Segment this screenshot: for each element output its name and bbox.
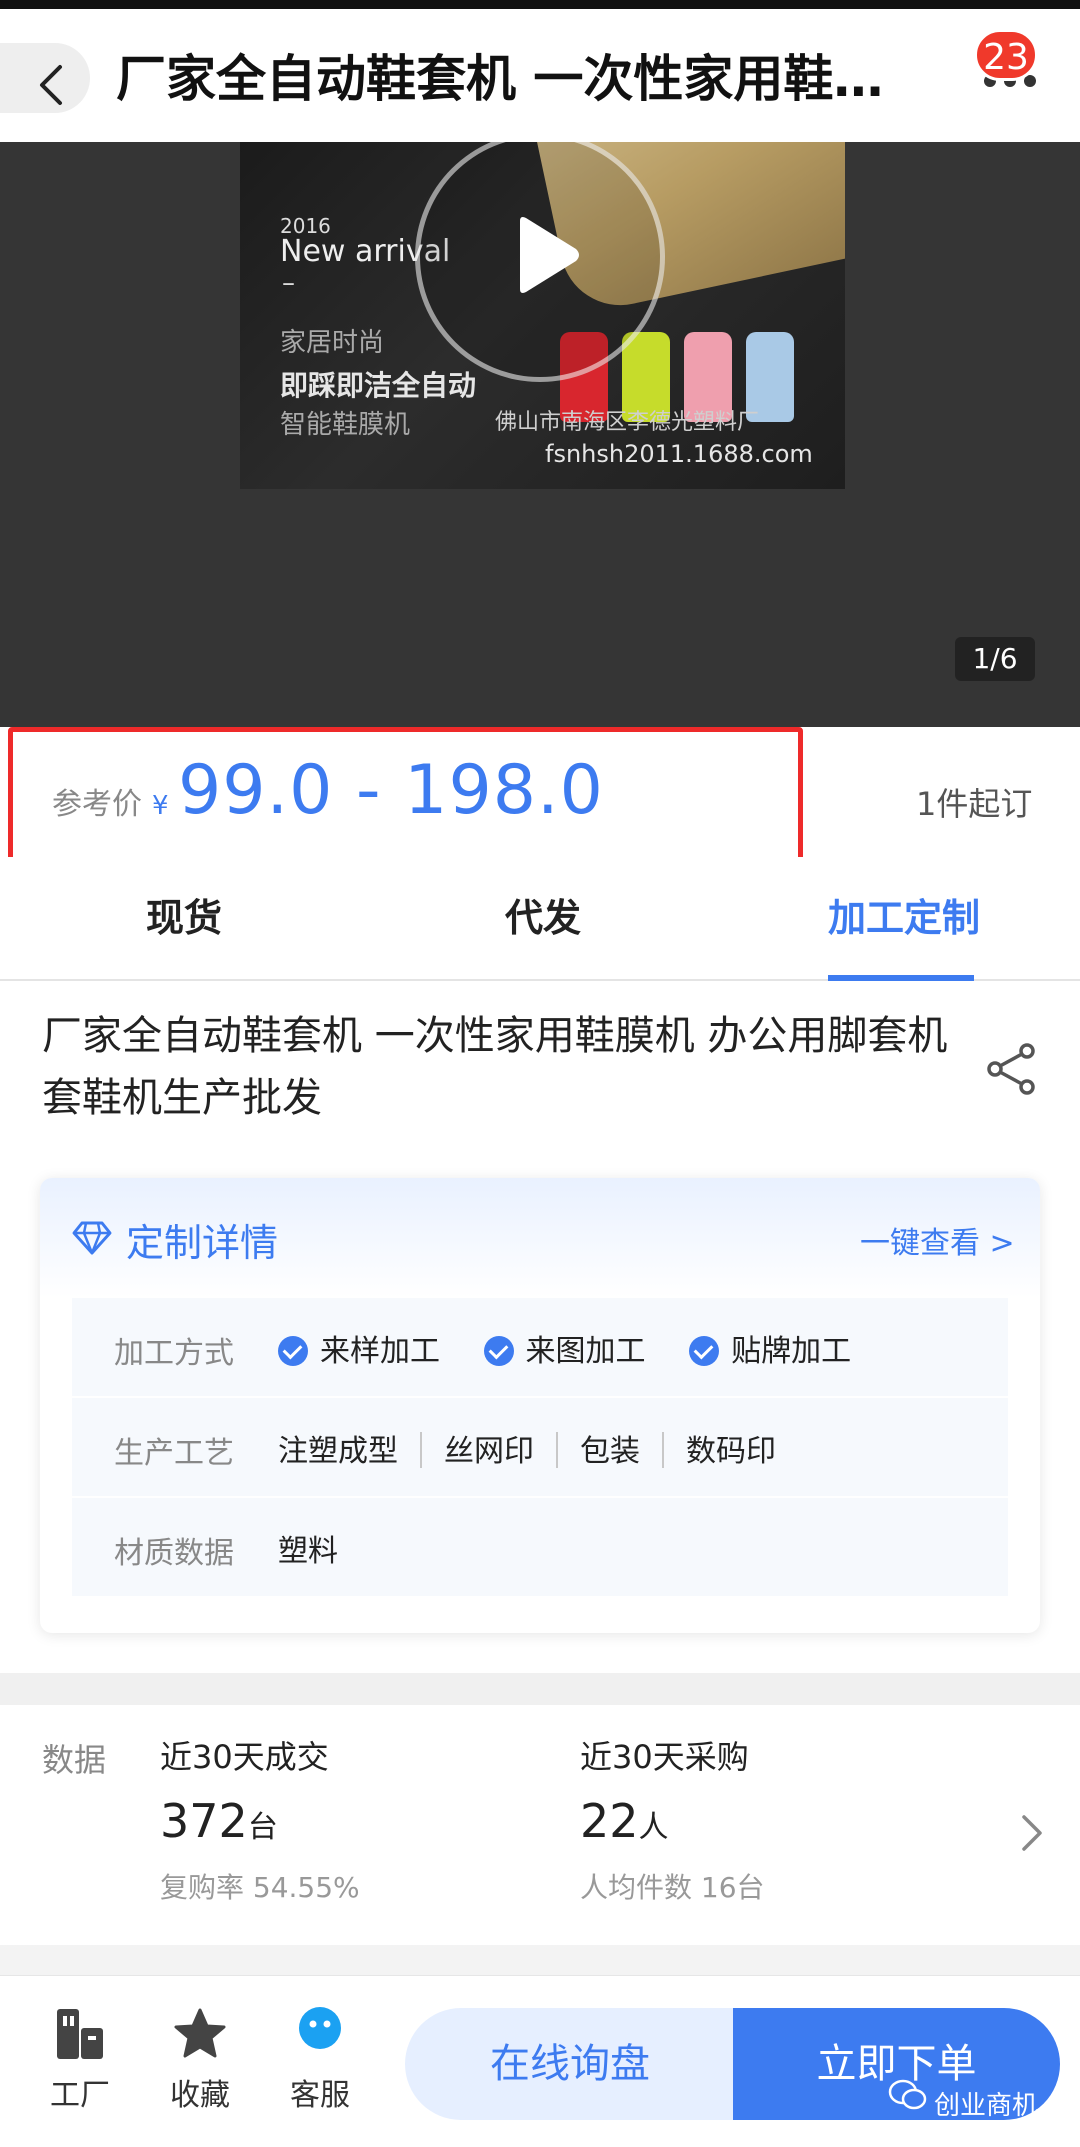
process-option: 数码印	[686, 1434, 776, 1469]
stat-title: 近30天成交	[160, 1738, 329, 1776]
spec-row-processing-method: 加工方式 来样加工 来图加工 贴牌加工	[72, 1296, 1008, 1396]
star-icon	[174, 2008, 226, 2058]
chevron-left-icon	[40, 65, 62, 105]
chevron-right-icon[interactable]	[1020, 1813, 1044, 1853]
stat-subtext: 复购率 54.55%	[160, 1871, 360, 1904]
nav-customer-service[interactable]: 客服	[270, 2006, 370, 2114]
tab-in-stock[interactable]: 现货	[146, 887, 222, 942]
data-label: 数据	[42, 1741, 107, 1779]
top-header: 厂家全自动鞋套机 一次性家用鞋膜... 23	[0, 9, 1080, 142]
share-icon[interactable]	[985, 1042, 1039, 1096]
processing-option: 来图加工	[483, 1326, 646, 1370]
carousel-page-indicator: 1/6	[955, 637, 1035, 681]
stat-subtext: 人均件数 16台	[580, 1871, 765, 1904]
spec-row-process: 生产工艺 注塑成型 丝网印 包装 数码印	[72, 1396, 1008, 1496]
promo-line: 即踩即洁全自动	[280, 369, 477, 402]
back-button[interactable]	[0, 43, 90, 113]
play-icon	[520, 217, 579, 293]
card-header: 定制详情 一键查看 >	[40, 1178, 1040, 1298]
notification-badge: 23	[974, 29, 1038, 81]
processing-option: 贴牌加工	[689, 1326, 851, 1370]
divider	[420, 1432, 422, 1468]
section-divider	[0, 1945, 1080, 1975]
diamond-icon	[72, 1221, 112, 1255]
check-circle-icon	[483, 1336, 514, 1366]
stat-unit: 人	[638, 1810, 669, 1845]
stat-buyers: 近30天采购 22人 人均件数 16台	[580, 1735, 960, 1908]
spec-label: 材质数据	[114, 1536, 234, 1571]
process-option: 丝网印	[444, 1434, 534, 1469]
spec-row-material: 材质数据 塑料	[72, 1496, 1008, 1596]
purchase-mode-tabs: 现货 代发 加工定制	[0, 857, 1080, 981]
promo-dash: –	[282, 268, 295, 298]
tab-dropship[interactable]: 代发	[505, 887, 581, 942]
spec-values: 注塑成型 丝网印 包装 数码印	[278, 1426, 776, 1470]
page-title: 厂家全自动鞋套机 一次性家用鞋膜...	[116, 50, 926, 108]
bottom-action-bar: 工厂 收藏 客服 在线询盘 立即下单	[0, 1975, 1080, 2147]
nav-label: 客服	[290, 2078, 350, 2113]
stat-title: 近30天采购	[580, 1738, 749, 1776]
wechat-icon	[888, 2079, 927, 2110]
stat-transactions: 近30天成交 372台 复购率 54.55%	[160, 1735, 540, 1908]
min-order-text: 1件起订	[916, 785, 1033, 823]
product-title: 厂家全自动鞋套机 一次性家用鞋膜机 办公用脚套机套鞋机生产批发	[42, 1013, 948, 1121]
view-all-link[interactable]: 一键查看 >	[860, 1218, 1015, 1262]
spec-label: 加工方式	[114, 1336, 234, 1371]
trade-data-section[interactable]: 数据 近30天成交 372台 复购率 54.55% 近30天采购 22人 人均件…	[0, 1705, 1080, 1945]
check-circle-icon	[278, 1336, 308, 1366]
promo-line: 家居时尚	[280, 328, 385, 358]
active-tab-indicator	[828, 975, 974, 981]
online-inquiry-button[interactable]: 在线询盘	[405, 2008, 735, 2120]
processing-option: 来样加工	[278, 1326, 440, 1370]
divider	[662, 1432, 664, 1468]
nav-label: 收藏	[170, 2078, 230, 2113]
tab-custom-processing[interactable]: 加工定制	[828, 887, 980, 942]
status-strip	[0, 0, 1080, 9]
product-media-carousel[interactable]: 2016 New arrival – 家居时尚 即踩即洁全自动 智能鞋膜机 佛山…	[0, 142, 1080, 727]
divider	[556, 1432, 558, 1468]
customer-service-icon	[299, 2007, 341, 2049]
spec-label: 生产工艺	[114, 1436, 234, 1471]
nav-label: 工厂	[50, 2078, 110, 2113]
factory-icon	[57, 2009, 103, 2059]
promo-url: fsnhsh2011.1688.com	[545, 440, 813, 468]
spec-values: 塑料	[278, 1534, 338, 1569]
stat-number: 372台	[160, 1794, 278, 1848]
nav-factory[interactable]: 工厂	[30, 2006, 130, 2114]
card-title: 定制详情	[126, 1221, 279, 1265]
stat-unit: 台	[247, 1810, 278, 1845]
watermark: 创业商机	[934, 2091, 1039, 2121]
promo-company: 佛山市南海区李德光塑料厂	[495, 410, 760, 435]
process-option: 注塑成型	[278, 1434, 398, 1469]
play-button[interactable]	[415, 142, 665, 382]
process-option: 包装	[580, 1434, 640, 1469]
section-divider	[0, 1673, 1080, 1705]
spec-values: 来样加工 来图加工 贴牌加工	[278, 1326, 885, 1370]
price-row: 参考价 ¥ 99.0 - 198.0 1件起订	[0, 727, 1080, 873]
price-label: 参考价	[52, 787, 142, 822]
price-value: 99.0 - 198.0	[178, 751, 604, 830]
nav-favorite[interactable]: 收藏	[150, 2006, 250, 2114]
custom-details-card: 定制详情 一键查看 > 加工方式 来样加工 来图加工 贴牌加工 生产工艺 注塑成…	[40, 1178, 1040, 1633]
stat-number: 22人	[580, 1794, 669, 1848]
check-circle-icon	[689, 1336, 720, 1366]
promo-line: 智能鞋膜机	[280, 410, 411, 440]
price-currency: ¥	[152, 791, 169, 821]
